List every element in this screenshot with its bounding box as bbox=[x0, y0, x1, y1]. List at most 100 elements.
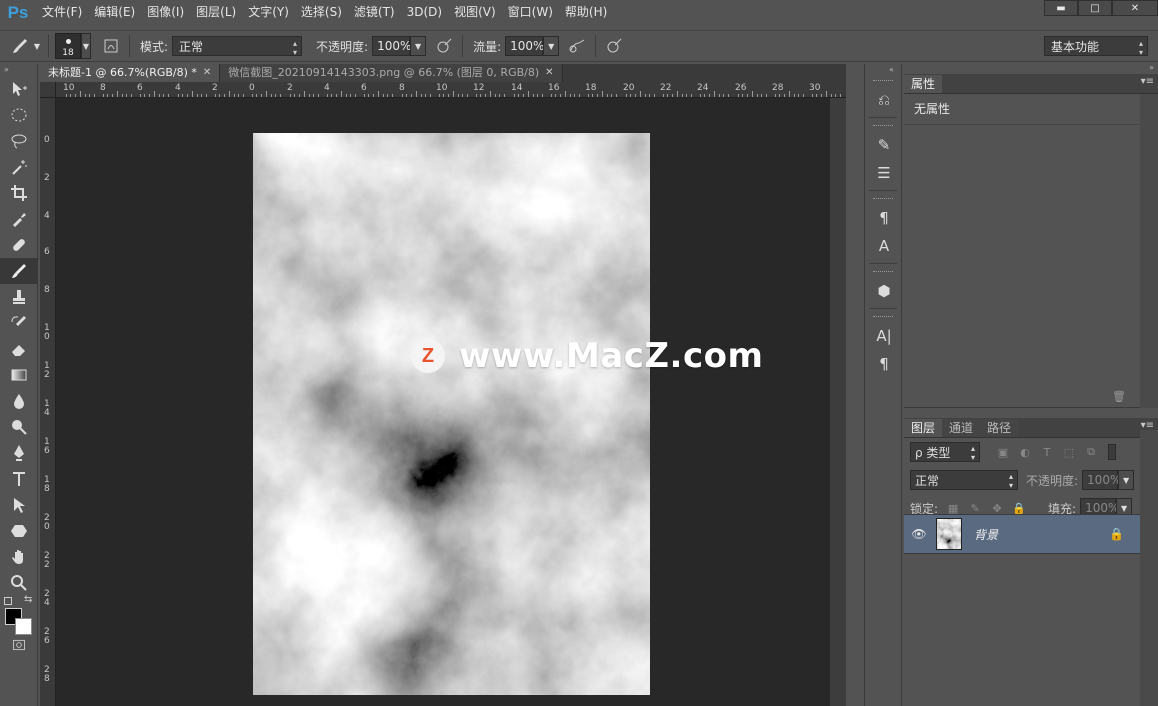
panel-menu-icon[interactable]: ▾≡ bbox=[1141, 76, 1154, 87]
brush-size-dropdown-icon[interactable]: ▼ bbox=[81, 33, 91, 59]
opacity-input[interactable]: 100% bbox=[372, 36, 411, 56]
close-icon[interactable]: ✕ bbox=[545, 64, 553, 82]
vertical-scrollbar[interactable] bbox=[830, 98, 846, 706]
airbrush-icon[interactable] bbox=[565, 34, 589, 58]
gradient-tool[interactable] bbox=[0, 362, 38, 388]
menu-3d[interactable]: 3D(D) bbox=[401, 0, 448, 25]
layer-opacity-dropdown-icon[interactable]: ▼ bbox=[1118, 470, 1135, 490]
panel-grip[interactable] bbox=[865, 312, 901, 322]
opacity-dropdown-icon[interactable]: ▼ bbox=[410, 36, 427, 56]
brush-panel-toggle-icon[interactable] bbox=[99, 34, 123, 58]
panel-collapse-icon[interactable]: » bbox=[1149, 63, 1154, 72]
panel-collapse-icon[interactable]: » bbox=[0, 64, 37, 76]
filter-pixel-icon[interactable]: ▣ bbox=[992, 446, 1014, 459]
filter-shape-icon[interactable]: ⬚ bbox=[1058, 446, 1080, 459]
layer-thumbnail[interactable] bbox=[936, 518, 962, 550]
menu-type[interactable]: 文字(Y) bbox=[242, 0, 295, 25]
history-panel-icon[interactable]: ⎌ bbox=[865, 86, 903, 114]
quick-mask-button[interactable] bbox=[0, 636, 38, 654]
blur-tool[interactable] bbox=[0, 388, 38, 414]
menu-window[interactable]: 窗口(W) bbox=[502, 0, 559, 25]
tab-channels[interactable]: 通道 bbox=[942, 419, 981, 437]
clone-stamp-tool[interactable] bbox=[0, 284, 38, 310]
tab-layers[interactable]: 图层 bbox=[904, 419, 943, 437]
brush-tool[interactable] bbox=[0, 258, 38, 284]
menu-view[interactable]: 视图(V) bbox=[448, 0, 502, 25]
history-brush-tool[interactable] bbox=[0, 310, 38, 336]
shape-tool[interactable] bbox=[0, 518, 38, 544]
ruler-corner[interactable] bbox=[40, 82, 56, 98]
eraser-tool[interactable] bbox=[0, 336, 38, 362]
tab-untitled-1[interactable]: 未标题-1 @ 66.7%(RGB/8) * ✕ bbox=[40, 64, 221, 82]
close-button[interactable]: ✕ bbox=[1112, 0, 1158, 16]
adjustments-panel-icon[interactable]: ☰ bbox=[865, 159, 903, 187]
3d-panel-icon[interactable]: ⬢ bbox=[865, 277, 903, 305]
lock-transparent-icon[interactable]: ▦ bbox=[942, 502, 964, 515]
menu-edit[interactable]: 编辑(E) bbox=[88, 0, 141, 25]
healing-brush-tool[interactable] bbox=[0, 232, 38, 258]
blend-mode-dropdown[interactable]: 正常 ▴ ▾ bbox=[910, 470, 1018, 490]
move-tool[interactable] bbox=[0, 76, 38, 102]
filter-smart-object-icon[interactable]: ⧉ bbox=[1080, 445, 1102, 459]
tab-paths[interactable]: 路径 bbox=[980, 419, 1019, 437]
background-color[interactable] bbox=[15, 618, 32, 635]
path-selection-tool[interactable] bbox=[0, 492, 38, 518]
panel-grip[interactable] bbox=[865, 76, 901, 86]
workspace-dropdown[interactable]: 基本功能 ▴ ▾ bbox=[1044, 36, 1148, 57]
filter-type-icon[interactable]: T bbox=[1036, 446, 1058, 459]
properties-scrollbar[interactable] bbox=[1140, 94, 1158, 408]
dodge-tool[interactable] bbox=[0, 414, 38, 440]
flow-dropdown-icon[interactable]: ▼ bbox=[543, 36, 560, 56]
filter-toggle[interactable] bbox=[1108, 444, 1116, 460]
mode-dropdown[interactable]: 正常 ▴ ▾ bbox=[172, 36, 303, 57]
menu-file[interactable]: 文件(F) bbox=[36, 0, 88, 25]
filter-adjustment-icon[interactable]: ◐ bbox=[1014, 446, 1036, 459]
layer-name[interactable]: 背景 bbox=[974, 526, 998, 543]
layer-opacity-input[interactable]: 100% bbox=[1082, 470, 1121, 490]
panel-expand-icon[interactable]: « bbox=[865, 64, 901, 76]
brush-presets-panel-icon[interactable]: ✎ bbox=[865, 131, 903, 159]
menu-layer[interactable]: 图层(L) bbox=[190, 0, 242, 25]
type-tool[interactable] bbox=[0, 466, 38, 492]
tab-wechat-screenshot[interactable]: 微信截图_20210914143303.png @ 66.7% (图层 0, R… bbox=[220, 64, 563, 82]
lock-position-icon[interactable]: ✥ bbox=[986, 502, 1008, 515]
horizontal-ruler[interactable]: 10 8 6 4 2 0 2 4 6 8 10 12 14 16 18 20 22 24 26 28 30 bbox=[56, 82, 846, 98]
pressure-opacity-icon[interactable] bbox=[432, 34, 456, 58]
visibility-eye-icon[interactable]: 👁 bbox=[904, 527, 934, 541]
hand-tool[interactable] bbox=[0, 544, 38, 570]
magic-wand-tool[interactable] bbox=[0, 154, 38, 180]
tab-properties[interactable]: 属性 bbox=[904, 75, 943, 93]
layers-scrollbar[interactable] bbox=[1140, 430, 1158, 706]
character-panel-icon[interactable]: A| bbox=[865, 322, 903, 350]
default-colors-icon[interactable] bbox=[4, 597, 12, 605]
crop-tool[interactable] bbox=[0, 180, 38, 206]
menu-image[interactable]: 图像(I) bbox=[141, 0, 190, 25]
paragraph-styles-panel-icon[interactable]: ¶ bbox=[865, 204, 903, 232]
lock-all-icon[interactable]: 🔒 bbox=[1008, 502, 1030, 515]
pressure-size-icon[interactable] bbox=[602, 34, 626, 58]
swap-colors-icon[interactable]: ⇆ bbox=[24, 594, 32, 605]
lasso-tool[interactable] bbox=[0, 128, 38, 154]
marquee-tool[interactable] bbox=[0, 102, 38, 128]
brush-tool-preset-icon[interactable] bbox=[8, 34, 32, 58]
menu-select[interactable]: 选择(S) bbox=[295, 0, 348, 25]
character-styles-panel-icon[interactable]: A bbox=[865, 232, 903, 260]
menu-filter[interactable]: 滤镜(T) bbox=[348, 0, 401, 25]
layer-item-background[interactable]: 👁 背景 🔒 bbox=[904, 514, 1140, 554]
maximize-button[interactable]: □ bbox=[1078, 0, 1112, 16]
vertical-ruler[interactable]: 0 2 4 6 8 1 0 1 2 1 4 1 6 1 8 2 0 2 2 2 4 2 6 2 8 bbox=[40, 98, 56, 706]
brush-size-picker[interactable]: 18 bbox=[55, 33, 81, 59]
menu-help[interactable]: 帮助(H) bbox=[559, 0, 613, 25]
paragraph-panel-icon[interactable]: ¶ bbox=[865, 350, 903, 378]
lock-image-icon[interactable]: ✎ bbox=[964, 502, 986, 515]
zoom-tool[interactable] bbox=[0, 570, 38, 596]
eyedropper-tool[interactable] bbox=[0, 206, 38, 232]
panel-grip[interactable] bbox=[865, 194, 901, 204]
panel-grip[interactable] bbox=[865, 267, 901, 277]
minimize-button[interactable]: ▬ bbox=[1044, 0, 1078, 16]
panel-grip[interactable] bbox=[865, 121, 901, 131]
layer-filter-dropdown[interactable]: ρ 类型 ▴ ▾ bbox=[910, 442, 980, 462]
trash-icon[interactable]: 🗑 bbox=[1112, 390, 1126, 403]
flow-input[interactable]: 100% bbox=[505, 36, 544, 56]
document-canvas[interactable] bbox=[253, 133, 650, 695]
